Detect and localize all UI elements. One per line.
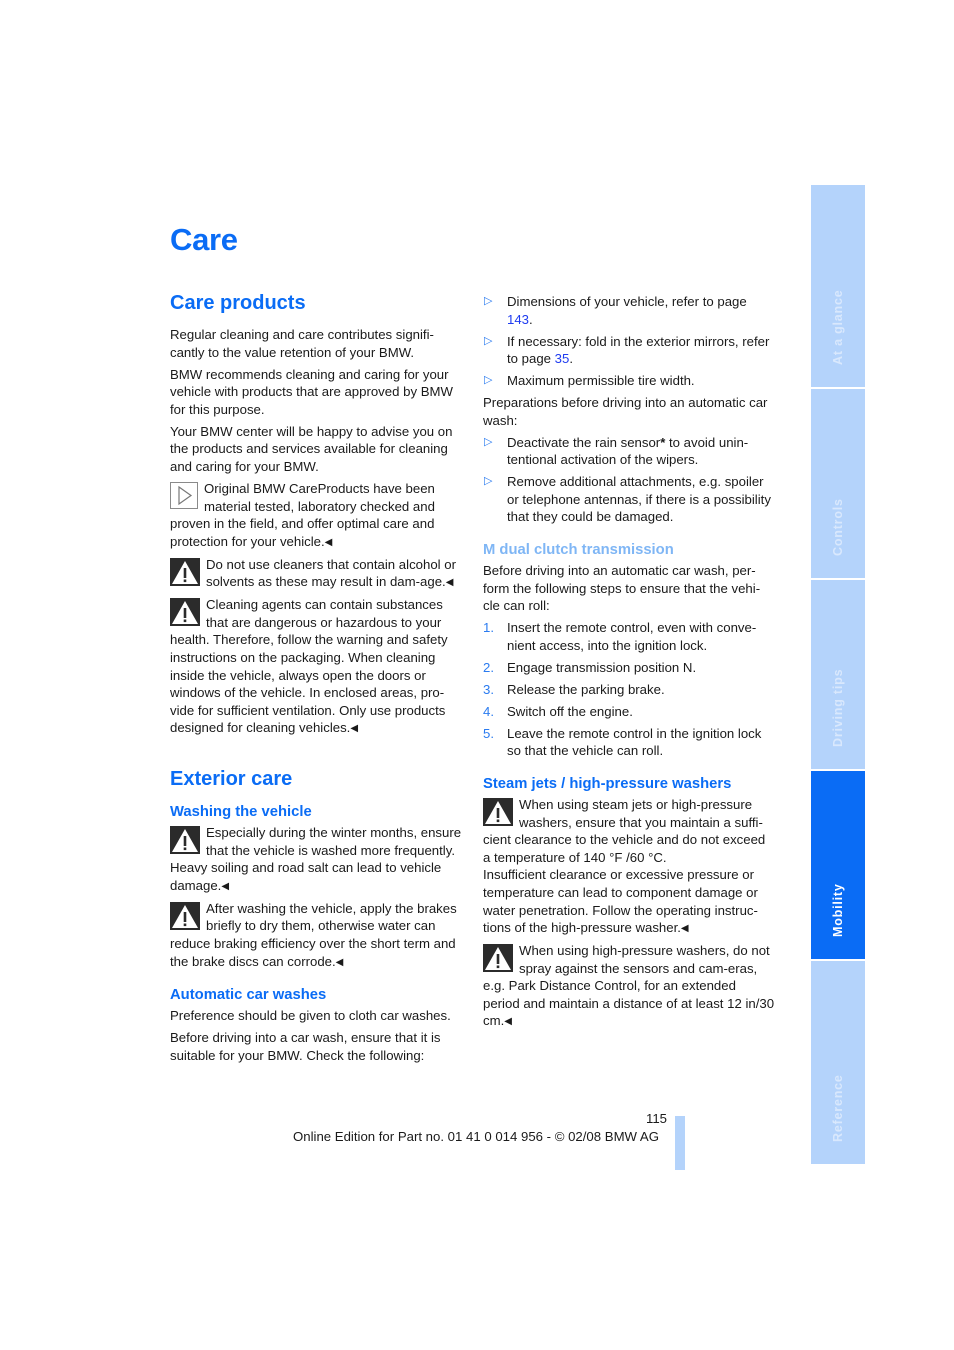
steam-jets-heading: Steam jets / high-pressure washers: [483, 775, 732, 792]
warning-note: Cleaning agents can contain substances t…: [170, 596, 462, 738]
paragraph: BMW recommends cleaning and caring for y…: [170, 366, 453, 417]
list-item-text: Dimensions of your vehicle, refer to pag…: [507, 294, 747, 309]
footer-edition: Online Edition for Part no. 01 41 0 014 …: [293, 1129, 659, 1144]
warning-icon: [483, 944, 513, 973]
list-item: ▷ If necessary: fold in the exterior mir…: [483, 333, 775, 368]
page-link[interactable]: 143: [507, 312, 529, 327]
end-mark-icon: ◀: [335, 956, 344, 968]
tab-label: Controls: [831, 498, 845, 556]
list-item: ▷ Deactivate the rain sensor* to avoid u…: [483, 434, 775, 469]
step-item: 4. Switch off the engine.: [483, 703, 775, 721]
tab-at-a-glance[interactable]: At a glance: [811, 185, 865, 387]
left-column: Care products Regular cleaning and care …: [170, 290, 462, 1069]
warning-icon: [170, 557, 200, 586]
info-arrow-icon: [170, 481, 198, 509]
note-text: Original BMW CareProducts have been mate…: [170, 480, 435, 549]
footer-bar: [675, 1116, 685, 1170]
warning-note: Especially during the winter months, ens…: [170, 824, 462, 895]
warning-icon: [483, 797, 513, 826]
list-item-text: Maximum permissible tire width.: [507, 373, 695, 389]
end-mark-icon: ◀: [324, 536, 333, 548]
automatic-car-washes-heading: Automatic car washes: [170, 987, 327, 1004]
bullet-arrow-icon: ▷: [484, 475, 493, 488]
punctuation: .: [529, 311, 533, 327]
list-item-text: Deactivate the rain sensor: [507, 434, 661, 450]
step-text: Engage transmission position N.: [507, 659, 697, 675]
steps-list: 1. Insert the remote control, even with c…: [483, 619, 775, 760]
tab-reference[interactable]: Reference: [811, 961, 865, 1164]
page-title: Care: [170, 222, 238, 257]
punctuation: .: [569, 351, 574, 367]
step-number: 3.: [483, 681, 494, 697]
washing-heading: Washing the vehicle: [170, 804, 312, 821]
warning-note: Do not use cleaners that contain alcohol…: [170, 556, 462, 592]
warning-text: After washing the vehicle, apply the bra…: [170, 900, 457, 969]
check-list: ▷ Dimensions of your vehicle, refer to p…: [483, 293, 775, 390]
warning-text: Insufficient clearance or excessive pres…: [483, 867, 758, 936]
end-mark-icon: ◀: [504, 1016, 512, 1028]
bullet-arrow-icon: ▷: [484, 334, 493, 347]
exterior-care-heading: Exterior care: [170, 768, 293, 791]
warning-note: After washing the vehicle, apply the bra…: [170, 900, 462, 971]
bullet-arrow-icon: ▷: [484, 295, 493, 307]
list-item: ▷ Maximum permissible tire width.: [483, 372, 775, 390]
right-column: ▷ Dimensions of your vehicle, refer to p…: [483, 293, 775, 1035]
list-item: ▷ Dimensions of your vehicle, refer to p…: [483, 293, 775, 328]
tab-mobility[interactable]: Mobility: [811, 771, 865, 959]
chapter-tabs: At a glance Controls Driving tips Mobili…: [811, 185, 865, 1166]
end-mark-icon: ◀: [221, 880, 230, 892]
page-link[interactable]: 35: [555, 351, 570, 366]
list-item: ▷ Remove additional attachments, e.g. sp…: [483, 473, 775, 526]
step-item: 5. Leave the remote control in the igniti…: [483, 725, 775, 760]
warning-text: Do not use cleaners that contain alcohol…: [206, 556, 456, 590]
end-mark-icon: ◀: [680, 923, 689, 935]
step-item: 2. Engage transmission position N.: [483, 659, 775, 677]
step-item: 3. Release the parking brake.: [483, 681, 775, 699]
end-mark-icon: ◀: [350, 723, 359, 735]
warning-note: When using steam jets or high-pressure w…: [483, 796, 775, 938]
tab-controls[interactable]: Controls: [811, 389, 865, 578]
bullet-arrow-icon: ▷: [484, 435, 493, 448]
info-note: Original BMW CareProducts have been mate…: [170, 480, 462, 551]
tab-label: At a glance: [831, 289, 845, 366]
list-item-text: Remove additional attachments, e.g. spoi…: [507, 474, 771, 525]
warning-icon: [170, 826, 200, 855]
care-products-heading: Care products: [170, 292, 306, 314]
page-number: 115: [645, 1111, 667, 1126]
warning-text: When using high-pressure washers, do not…: [483, 943, 775, 1029]
tab-label: Driving tips: [831, 668, 845, 747]
warning-icon: [170, 901, 200, 930]
paragraph: Regular cleaning and care contributes si…: [170, 327, 434, 360]
tab-driving-tips[interactable]: Driving tips: [811, 580, 865, 769]
tab-label: Reference: [831, 1074, 845, 1142]
step-text: Release the parking brake.: [507, 681, 665, 697]
warning-text: Especially during the winter months, ens…: [170, 825, 462, 893]
step-number: 4.: [483, 703, 494, 719]
paragraph: Before driving into an automatic car was…: [483, 563, 761, 614]
bullet-arrow-icon: ▷: [484, 374, 493, 387]
end-mark-icon: ◀: [445, 577, 454, 589]
tab-label: Mobility: [831, 883, 845, 937]
list-item-text: If necessary: fold in the exterior mirro…: [507, 333, 770, 367]
step-number: 5.: [483, 725, 494, 741]
prep-list: ▷ Deactivate the rain sensor* to avoid u…: [483, 434, 775, 526]
step-text: Insert the remote control, even with con…: [507, 620, 757, 653]
paragraph: Before driving into a car wash, ensure t…: [170, 1030, 441, 1063]
step-text: Leave the remote control in the ignition…: [507, 725, 762, 759]
warning-text: Cleaning agents can contain substances t…: [170, 597, 448, 736]
warning-text: When using steam jets or high-pressure w…: [483, 796, 766, 865]
step-number: 1.: [483, 620, 494, 636]
paragraph: Preparations before driving into an auto…: [483, 395, 768, 428]
step-item: 1. Insert the remote control, even with c…: [483, 619, 775, 654]
step-text: Switch off the engine.: [507, 703, 633, 719]
step-number: 2.: [483, 659, 494, 675]
mdct-heading: M dual clutch transmission: [483, 542, 674, 559]
paragraph: Your BMW center will be happy to advise …: [170, 423, 453, 474]
warning-note: When using high-pressure washers, do not…: [483, 942, 775, 1031]
paragraph: Preference should be given to cloth car …: [170, 1008, 451, 1024]
warning-icon: [170, 598, 200, 627]
